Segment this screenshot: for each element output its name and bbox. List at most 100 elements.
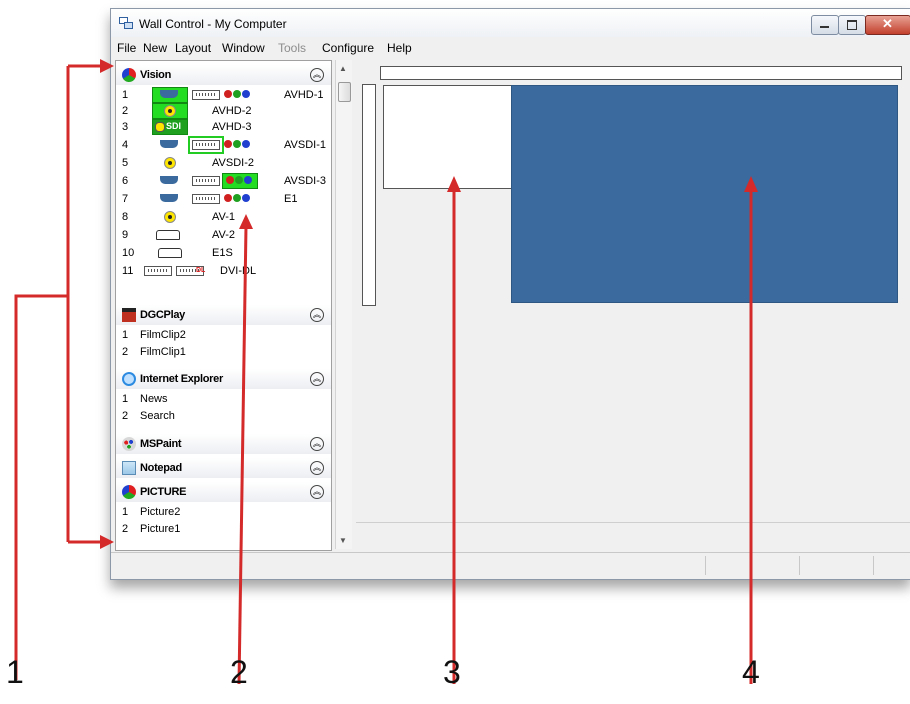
group-title: MSPaint	[140, 438, 182, 450]
source-item[interactable]: 8 AV-1	[116, 209, 331, 225]
collapse-icon[interactable]: ︽	[310, 308, 324, 322]
maximize-button[interactable]	[838, 15, 866, 35]
maximize-icon	[847, 20, 857, 30]
group-header-internet-explorer[interactable]: Internet Explorer ︽	[116, 369, 331, 389]
source-item[interactable]: 3 SDI AVHD-3	[116, 119, 331, 135]
status-cell	[873, 556, 874, 575]
source-panel-scrollbar[interactable]: ▲ ▼	[335, 60, 352, 549]
source-item[interactable]: 1 News	[116, 391, 331, 407]
item-label: AV-1	[212, 211, 236, 223]
collapse-icon[interactable]: ︽	[310, 68, 324, 82]
item-label: AVSDI-3	[284, 175, 326, 187]
display-window-white[interactable]	[383, 85, 512, 189]
item-label: Picture2	[140, 506, 181, 518]
item-label: FilmClip2	[140, 329, 186, 341]
sdi-connector-icon	[155, 122, 165, 132]
dvi-icon	[192, 176, 220, 186]
callout-label-1: 1	[6, 654, 24, 690]
callout-1-bracket	[14, 294, 68, 680]
source-item[interactable]: 2 AVHD-2	[116, 103, 331, 119]
group-title: DGCPlay	[140, 309, 185, 321]
dvi-icon	[192, 194, 220, 204]
paint-palette-icon	[122, 437, 136, 451]
minimize-button[interactable]	[811, 15, 839, 35]
collapse-icon[interactable]: ︽	[310, 461, 324, 475]
scroll-thumb[interactable]	[338, 82, 351, 102]
vga-icon	[160, 90, 178, 98]
collapse-icon[interactable]: ︽	[310, 372, 324, 386]
group-title: Internet Explorer	[140, 373, 223, 385]
source-item[interactable]: 9 AV-2	[116, 227, 331, 243]
dl-tag: DL	[196, 267, 206, 274]
item-number: 5	[122, 157, 129, 169]
menu-new[interactable]: New	[143, 41, 167, 55]
group-title: Vision	[140, 69, 172, 81]
film-clapper-icon	[122, 308, 136, 322]
callout-label-4: 4	[742, 654, 760, 690]
close-icon: ✕	[882, 16, 893, 31]
source-item[interactable]: 7 E1	[116, 191, 331, 207]
menu-window[interactable]: Window	[222, 41, 265, 55]
collapse-icon[interactable]: ︽	[310, 437, 324, 451]
component-icon	[226, 176, 260, 185]
source-item[interactable]: 2 Search	[116, 408, 331, 424]
dvi-icon	[192, 90, 220, 100]
item-number: 1	[122, 329, 129, 341]
status-cell	[705, 556, 706, 575]
group-header-vision[interactable]: Vision ︽	[116, 65, 331, 85]
group-header-notepad[interactable]: Notepad ︽	[116, 458, 331, 478]
item-number: 1	[122, 506, 129, 518]
item-number: 9	[122, 229, 129, 241]
group-header-picture[interactable]: PICTURE ︽	[116, 482, 331, 502]
item-number: 2	[122, 105, 129, 117]
wall-control-window: Wall Control - My Computer ✕ File New La…	[110, 8, 910, 580]
vertical-ruler	[362, 84, 376, 306]
source-item[interactable]: 6 AVSDI-3	[116, 173, 331, 189]
item-number: 6	[122, 175, 129, 187]
scroll-up-icon[interactable]: ▲	[339, 64, 347, 73]
group-header-dgcplay[interactable]: DGCPlay ︽	[116, 305, 331, 325]
item-number: 2	[122, 410, 129, 422]
source-item[interactable]: 1 FilmClip2	[116, 327, 331, 343]
item-number: 10	[122, 247, 135, 259]
item-label: AV-2	[212, 229, 236, 241]
scroll-down-icon[interactable]: ▼	[339, 536, 347, 545]
item-label: AVHD-3	[212, 121, 252, 133]
horizontal-scrollbar[interactable]	[356, 522, 910, 549]
source-item[interactable]: 5 AVSDI-2	[116, 155, 331, 171]
item-label: AVSDI-1	[284, 139, 326, 151]
menu-file[interactable]: File	[117, 41, 136, 55]
coax-icon	[164, 157, 176, 169]
item-number: 11	[122, 265, 134, 277]
source-item[interactable]: 11 DL DVI-DL	[116, 263, 331, 279]
title-bar[interactable]: Wall Control - My Computer ✕	[111, 9, 910, 37]
menu-layout[interactable]: Layout	[175, 41, 211, 55]
menu-tools[interactable]: Tools	[278, 41, 306, 55]
menu-configure[interactable]: Configure	[322, 41, 374, 55]
source-item[interactable]: 10 E1S	[116, 245, 331, 261]
item-number: 7	[122, 193, 129, 205]
source-item[interactable]: 4 AVSDI-1	[116, 136, 331, 154]
source-item[interactable]: 1 Picture2	[116, 504, 331, 520]
group-header-mspaint[interactable]: MSPaint ︽	[116, 434, 331, 454]
collapse-icon[interactable]: ︽	[310, 485, 324, 499]
display-window-blue[interactable]	[511, 85, 898, 303]
source-item[interactable]: 2 Picture1	[116, 521, 331, 537]
source-item[interactable]: 2 FilmClip1	[116, 344, 331, 360]
coax-icon	[164, 105, 176, 117]
group-title: Notepad	[140, 462, 182, 474]
item-label: AVHD-2	[212, 105, 252, 117]
component-icon	[224, 90, 258, 99]
status-cell	[799, 556, 800, 575]
item-label: FilmClip1	[140, 346, 186, 358]
vga-icon	[160, 140, 178, 148]
notepad-icon	[122, 461, 136, 475]
item-label: Search	[140, 410, 175, 422]
source-item[interactable]: 1 AVHD-1	[116, 87, 331, 103]
menu-bar: File New Layout Window Tools Configure H…	[111, 37, 910, 57]
vision-icon	[122, 68, 136, 82]
picture-icon	[122, 485, 136, 499]
item-number: 1	[122, 89, 129, 101]
close-button[interactable]: ✕	[865, 15, 910, 35]
menu-help[interactable]: Help	[387, 41, 412, 55]
